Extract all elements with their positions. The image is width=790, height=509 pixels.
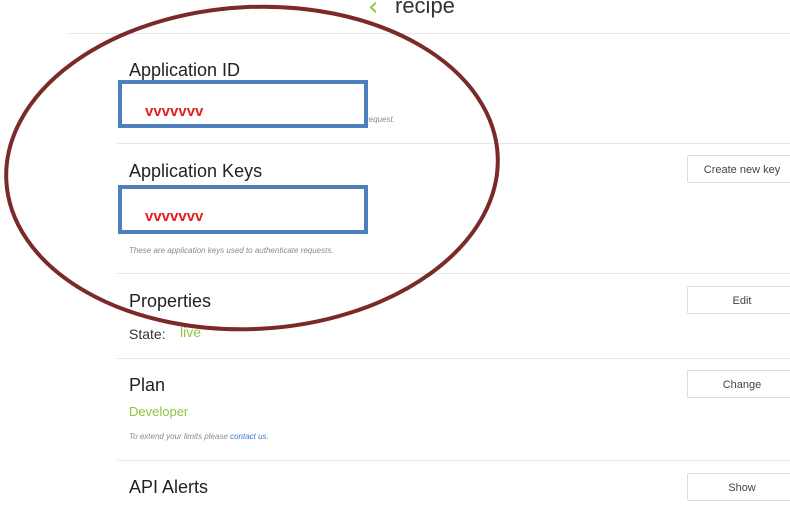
plan-hint: To extend your limits please contact us. [129,432,269,442]
section-divider [117,273,790,274]
header: ‹ recipe [0,0,790,34]
change-plan-button[interactable]: Change [687,370,790,398]
application-keys-hint: These are application keys used to authe… [129,246,334,255]
plan-value: Developer [129,404,189,419]
application-id-title: Application ID [129,60,241,80]
show-alerts-button[interactable]: Show [687,473,790,501]
section-divider [117,460,790,461]
annotation-oval [4,4,500,332]
properties-title: Properties [129,291,212,311]
edit-button[interactable]: Edit [687,286,790,314]
section-divider [117,143,790,144]
app-title: recipe [395,0,455,18]
plan-title: Plan [129,375,166,395]
plan-hint-suffix: . [266,432,269,441]
state-label: State: [129,326,166,342]
api-alerts-title: API Alerts [129,477,209,497]
header-divider [68,33,790,34]
create-new-key-button[interactable]: Create new key [687,155,790,183]
contact-us-link[interactable]: contact us [230,432,266,441]
application-id-hint: request. [366,115,395,124]
application-keys-redacted-value: vvvvvvv [145,208,204,225]
state-value: live [180,324,202,340]
plan-hint-text: To extend your limits please [129,432,231,441]
application-keys-title: Application Keys [129,161,263,181]
section-divider [117,358,790,359]
application-id-redacted-value: vvvvvvv [145,103,204,120]
chevron-left-icon[interactable]: ‹ [368,0,378,22]
